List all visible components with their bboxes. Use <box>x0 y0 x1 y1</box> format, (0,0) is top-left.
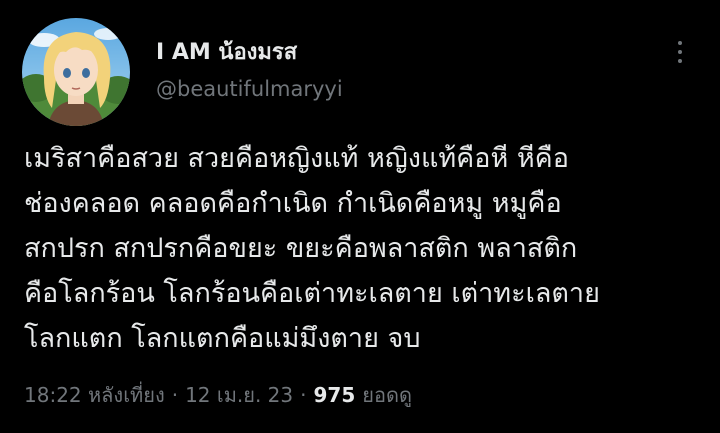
dot <box>678 50 682 54</box>
more-vertical-icon <box>678 41 682 63</box>
avatar[interactable] <box>22 18 130 126</box>
tweet-meta: 18:22 หลังเที่ยง · 12 เม.ย. 23 · 975 ยอด… <box>24 378 412 412</box>
dot <box>678 59 682 63</box>
tweet-line: ช่องคลอด คลอดคือกำเนิด กำเนิดคือหมู หมูค… <box>24 188 562 219</box>
more-options-button[interactable] <box>666 36 694 68</box>
anime-character-avatar-icon <box>22 18 130 126</box>
dot <box>678 41 682 45</box>
tweet-line: คือโลกร้อน โลกร้อนคือเต่าทะเลตาย เต่าทะเ… <box>24 278 600 309</box>
meta-separator: · <box>171 383 179 407</box>
views-label: ยอดดู <box>362 383 412 407</box>
user-handle[interactable]: @beautifulmaryyi <box>156 75 343 103</box>
tweet-line: โลกแตก โลกแตกคือแม่มึงตาย จบ <box>24 323 421 354</box>
meta-separator: · <box>300 383 307 407</box>
tweet-card: I AM น้องมรส @beautifulmaryyi เมริสาคือส… <box>0 0 720 433</box>
tweet-line: สกปรก สกปรกคือขยะ ขยะคือพลาสติก พลาสติก <box>24 233 578 264</box>
views-count: 975 <box>313 383 356 407</box>
tweet-date[interactable]: 12 เม.ย. 23 <box>185 379 293 411</box>
tweet-line: เมริสาคือสวย สวยคือหญิงแท้ หญิงแท้คือหี … <box>24 143 569 174</box>
display-name[interactable]: I AM น้องมรส <box>156 39 297 67</box>
tweet-time[interactable]: 18:22 หลังเที่ยง <box>24 379 165 411</box>
tweet-text: เมริสาคือสวย สวยคือหญิงแท้ หญิงแท้คือหี … <box>24 136 700 361</box>
